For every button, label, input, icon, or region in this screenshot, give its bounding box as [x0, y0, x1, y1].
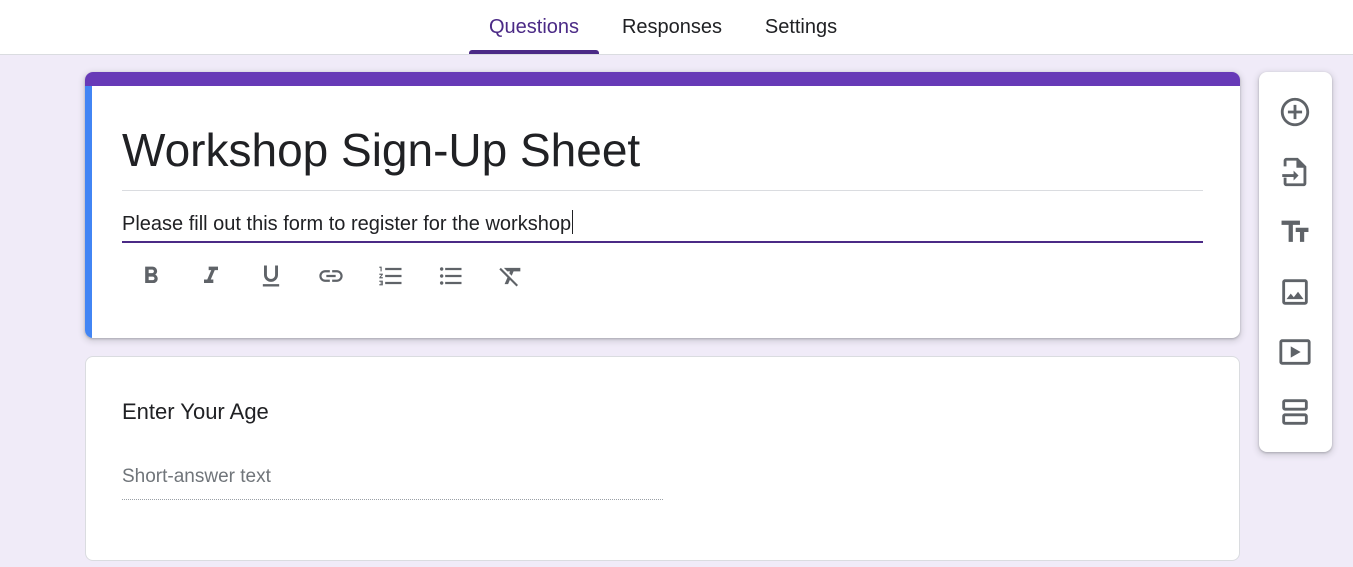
- short-answer-placeholder: Short-answer text: [122, 466, 271, 487]
- bulleted-list-button[interactable]: [433, 258, 469, 294]
- clear-formatting-icon: [499, 267, 521, 287]
- add-video-button[interactable]: [1273, 330, 1317, 374]
- form-description-input[interactable]: Please fill out this form to register fo…: [122, 210, 1203, 238]
- tab-responses[interactable]: Responses: [609, 0, 735, 54]
- form-description-text: Please fill out this form to register fo…: [122, 213, 572, 235]
- question-card[interactable]: Enter Your Age Short-answer text: [85, 356, 1240, 561]
- add-section-icon: [1282, 399, 1308, 425]
- form-title[interactable]: Workshop Sign-Up Sheet: [122, 120, 1202, 180]
- italic-button[interactable]: [193, 258, 229, 294]
- add-section-button[interactable]: [1273, 390, 1317, 434]
- accent-strip: [85, 72, 1240, 86]
- link-button[interactable]: [313, 258, 349, 294]
- form-title-card[interactable]: Workshop Sign-Up Sheet Please fill out t…: [85, 72, 1240, 338]
- title-divider: [122, 190, 1203, 191]
- short-answer-line: [122, 499, 663, 500]
- add-image-button[interactable]: [1273, 270, 1317, 314]
- top-tab-bar: Questions Responses Settings: [0, 0, 1353, 55]
- underline-button[interactable]: [253, 258, 289, 294]
- description-focus-underline: [122, 241, 1203, 243]
- side-toolbar: [1259, 72, 1332, 452]
- tab-settings[interactable]: Settings: [750, 0, 852, 54]
- add-title-description-icon: [1281, 220, 1309, 242]
- tab-questions[interactable]: Questions: [469, 0, 599, 54]
- add-question-icon: [1280, 97, 1310, 127]
- add-video-icon: [1279, 339, 1311, 365]
- question-title[interactable]: Enter Your Age: [122, 397, 269, 427]
- add-image-icon: [1282, 279, 1308, 305]
- clear-formatting-button[interactable]: [493, 258, 529, 294]
- text-cursor: [572, 210, 574, 234]
- bold-icon: [145, 266, 158, 283]
- bulleted-list-icon: [439, 267, 462, 285]
- italic-icon: [204, 266, 218, 283]
- link-icon: [319, 270, 343, 282]
- bold-button[interactable]: [133, 258, 169, 294]
- numbered-list-icon: [379, 266, 402, 286]
- numbered-list-button[interactable]: [373, 258, 409, 294]
- underline-icon: [262, 265, 280, 287]
- import-questions-button[interactable]: [1273, 150, 1317, 194]
- import-questions-icon: [1282, 157, 1307, 187]
- add-question-button[interactable]: [1273, 90, 1317, 134]
- add-title-description-button[interactable]: [1273, 210, 1317, 254]
- focus-indicator: [85, 86, 92, 338]
